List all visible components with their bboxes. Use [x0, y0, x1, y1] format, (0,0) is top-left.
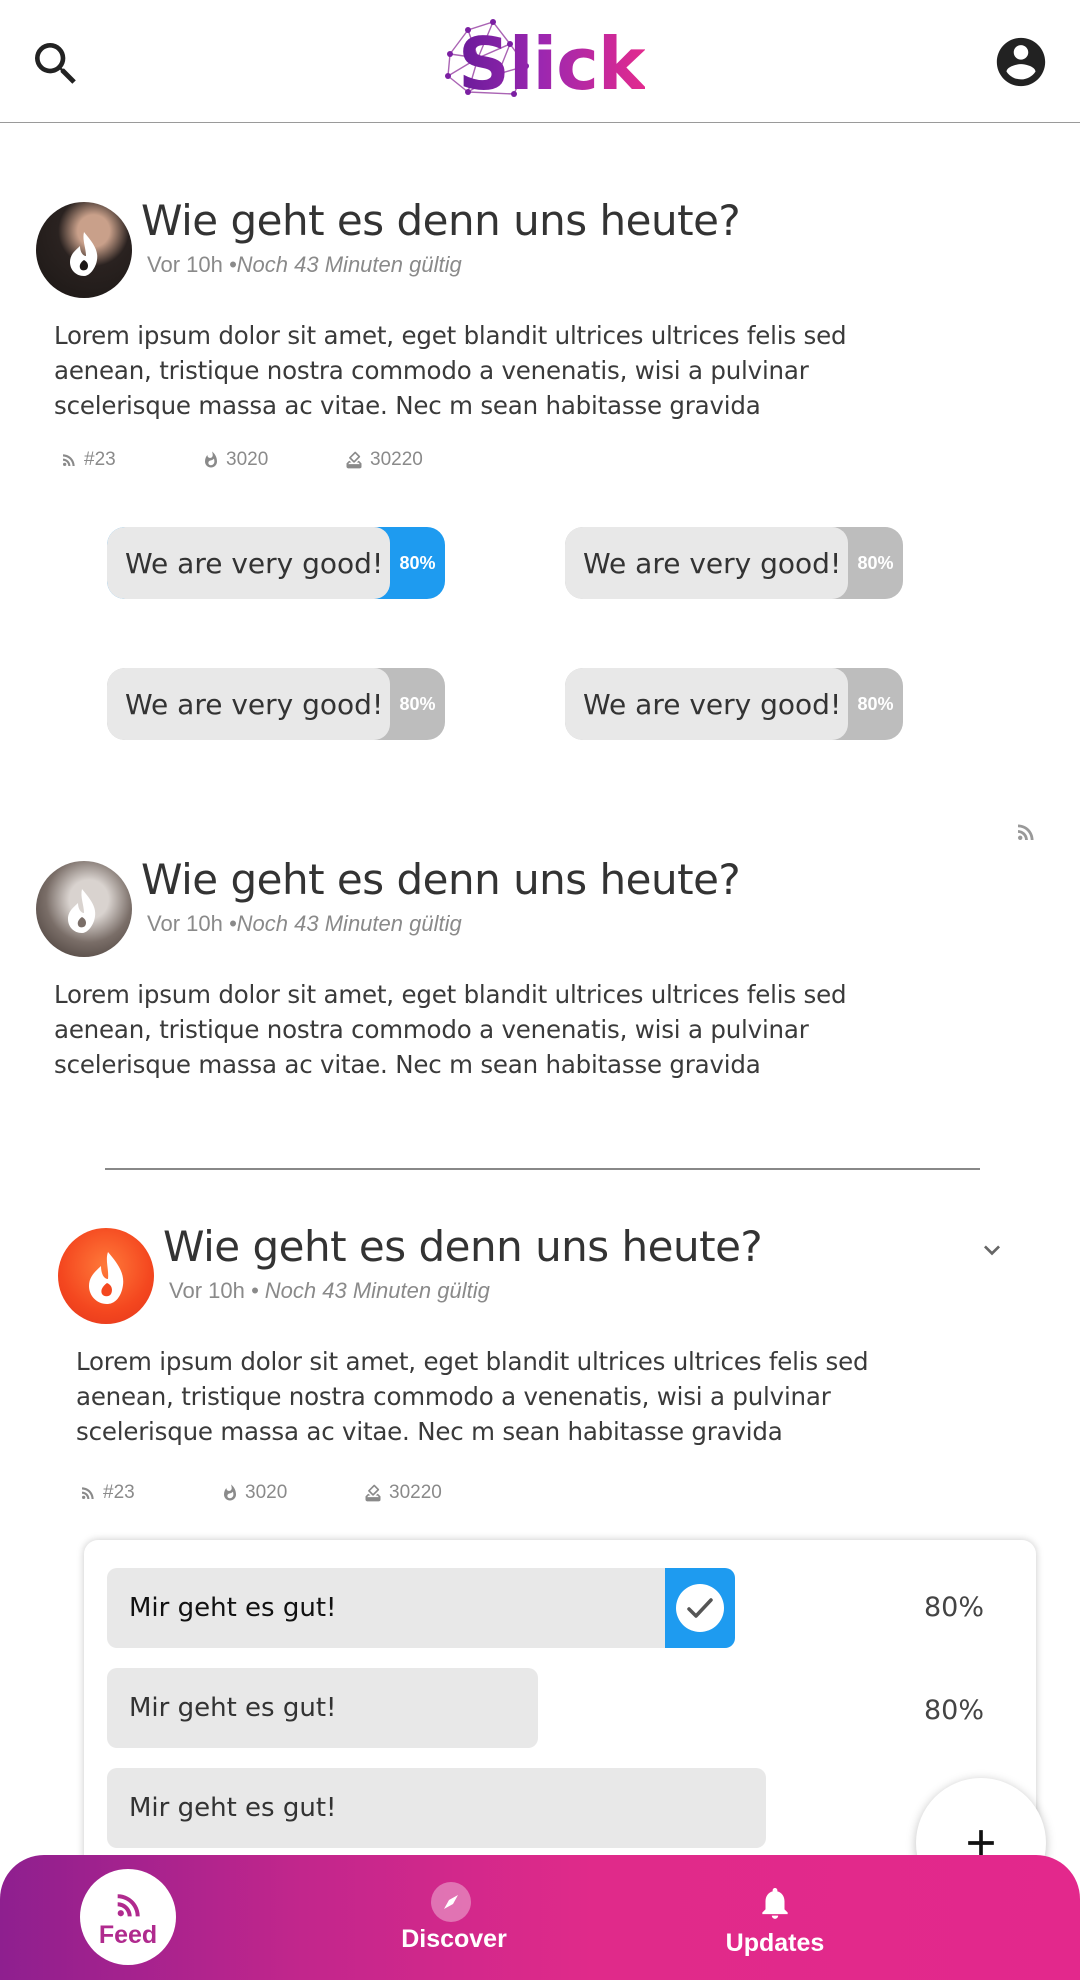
avatar[interactable]	[36, 202, 132, 298]
post-title: Wie geht es denn uns heute?	[141, 855, 741, 904]
poll-option-percent: 80%	[857, 693, 894, 714]
stat-fire-value: 3020	[245, 1482, 288, 1503]
avatar[interactable]	[58, 1228, 154, 1324]
bell-icon	[762, 1887, 788, 1919]
result-bar: Mir geht es gut!	[107, 1568, 665, 1648]
post-meta: Vor 10h •Noch 43 Minuten gültig	[147, 252, 462, 278]
stat-votes: 30220	[363, 1482, 442, 1504]
post-validity: •Noch 43 Minuten gültig	[228, 252, 462, 277]
stat-fire: 3020	[202, 449, 268, 471]
compass-icon	[431, 1882, 471, 1922]
fire-badge-icon	[68, 889, 96, 933]
post-meta: Vor 10h • Noch 43 Minuten gültig	[169, 1278, 490, 1304]
result-percent: 80%	[924, 1695, 985, 1726]
check-circle-icon	[676, 1584, 724, 1632]
stat-fire: 3020	[221, 1482, 287, 1504]
poll-option-label: We are very good!	[565, 668, 848, 740]
nav-discover-label: Discover	[401, 1925, 507, 1953]
search-icon	[35, 43, 76, 84]
poll-option-percent: 80%	[399, 693, 436, 714]
rss-icon	[1018, 824, 1034, 840]
post-body: Lorem ipsum dolor sit amet, eget blandit…	[54, 321, 847, 420]
post-stats: #23 3020 30220	[79, 1481, 679, 1505]
profile-button[interactable]	[992, 33, 1050, 91]
stat-votes: 30220	[344, 449, 423, 471]
rss-icon	[82, 1487, 94, 1499]
nav-updates[interactable]	[756, 1883, 794, 1928]
stat-fire-value: 3020	[226, 449, 269, 470]
post-title: Wie geht es denn uns heute?	[141, 196, 741, 245]
ballot-icon	[365, 1484, 381, 1502]
ballot-icon	[346, 451, 362, 469]
subscribe-feed-button[interactable]	[1014, 820, 1038, 849]
poll-option[interactable]: We are very good! 80%	[565, 527, 903, 599]
post-meta: Vor 10h •Noch 43 Minuten gültig	[147, 911, 462, 937]
nav-feed-label: Feed	[98, 1921, 158, 1949]
post-time: Vor 10h	[147, 911, 223, 936]
stat-votes-value: 30220	[389, 1482, 442, 1503]
stat-votes-value: 30220	[370, 449, 423, 470]
poll-option-label: We are very good!	[107, 527, 390, 599]
fire-icon	[224, 1484, 236, 1501]
poll-option[interactable]: We are very good! 80%	[107, 527, 445, 599]
post-validity: •Noch 43 Minuten gültig	[228, 911, 462, 936]
expand-button[interactable]	[976, 1234, 1008, 1271]
poll-option[interactable]: We are very good! 80%	[565, 668, 903, 740]
result-percent: 80%	[924, 1592, 985, 1623]
result-row-selected[interactable]: Mir geht es gut!	[107, 1568, 735, 1648]
chevron-down-icon	[984, 1245, 1000, 1256]
post-body: Lorem ipsum dolor sit amet, eget blandit…	[76, 1347, 869, 1446]
fire-badge-icon	[70, 232, 98, 276]
result-bar[interactable]: Mir geht es gut!	[107, 1768, 766, 1848]
stat-feed-value: #23	[103, 1482, 135, 1503]
poll-option-percent: 80%	[399, 552, 436, 573]
search-button[interactable]	[28, 36, 84, 92]
post-stats: #23 3020 30220	[60, 448, 660, 472]
post-body: Lorem ipsum dolor sit amet, eget blandit…	[54, 980, 847, 1079]
poll-option-percent: 80%	[857, 552, 894, 573]
rss-icon	[63, 454, 75, 466]
fire-badge-icon	[89, 1252, 124, 1304]
stat-feed-value: #23	[84, 449, 116, 470]
poll-option-label: We are very good!	[565, 527, 848, 599]
result-check	[665, 1568, 735, 1648]
result-bar[interactable]: Mir geht es gut!	[107, 1668, 538, 1748]
avatar[interactable]	[36, 861, 132, 957]
poll-option-label: We are very good!	[107, 668, 390, 740]
post-time: Vor 10h	[169, 1278, 245, 1303]
account-circle-icon	[996, 37, 1046, 87]
stat-feed: #23	[60, 449, 116, 471]
poll-option[interactable]: We are very good! 80%	[107, 668, 445, 740]
divider	[105, 1168, 980, 1170]
post-time: Vor 10h	[147, 252, 223, 277]
fire-icon	[205, 451, 217, 468]
nav-updates-label: Updates	[725, 1929, 825, 1957]
app-logo[interactable]: Slick	[458, 20, 646, 108]
post-title: Wie geht es denn uns heute?	[163, 1222, 763, 1271]
post-validity: • Noch 43 Minuten gültig	[250, 1278, 490, 1303]
stat-feed: #23	[79, 1482, 135, 1504]
